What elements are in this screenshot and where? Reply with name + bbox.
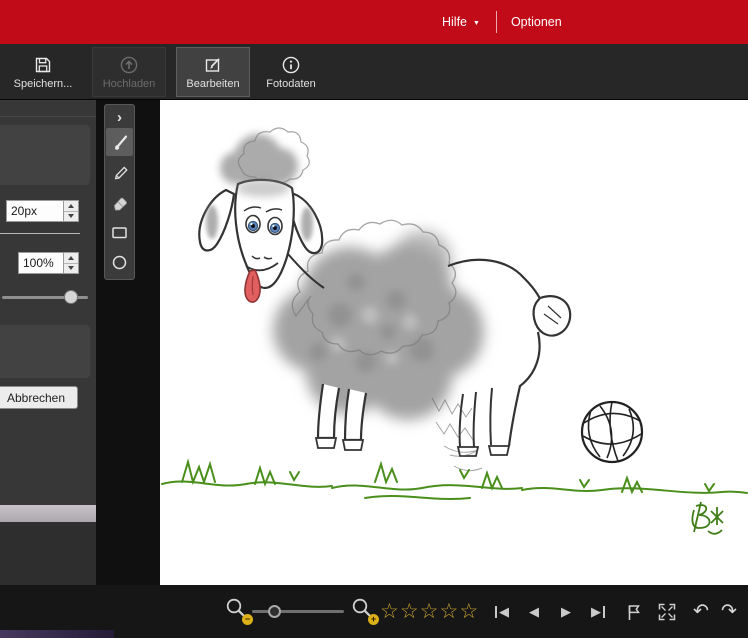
options-menu[interactable]: Optionen [505, 11, 568, 33]
next-arrow-icon: ▶ [561, 604, 571, 620]
brush-icon [111, 133, 129, 151]
rating-stars[interactable]: ☆ ☆ ☆ ☆ ☆ [380, 585, 479, 638]
brush-size-value: 20px [11, 204, 37, 218]
panel-underline [0, 233, 80, 234]
undo-icon: ↶ [693, 600, 709, 623]
photodata-label: Fotodaten [266, 78, 316, 90]
star-icon[interactable]: ☆ [400, 599, 420, 624]
prev-arrow-icon: ◀ [529, 604, 539, 620]
menu-divider [496, 11, 497, 33]
save-icon [33, 55, 53, 75]
list-item-highlight[interactable] [0, 505, 96, 522]
previous-image-button[interactable]: ◀ [524, 585, 544, 638]
panel-section-bottom [0, 325, 90, 378]
zoom-slider-thumb[interactable] [268, 605, 281, 618]
last-image-button[interactable]: ▶ [586, 585, 612, 638]
save-label: Speichern... [14, 78, 73, 90]
edit-button[interactable]: Bearbeiten [176, 47, 250, 97]
plus-badge: + [368, 614, 379, 625]
first-image-button[interactable]: ◀ [488, 585, 514, 638]
redo-icon: ↷ [721, 600, 737, 623]
zoom-stepper[interactable] [64, 252, 79, 274]
tool-strip: › [104, 104, 135, 280]
fullscreen-icon [657, 602, 677, 622]
next-image-button[interactable]: ▶ [556, 585, 576, 638]
chevron-down-icon[interactable]: ▼ [473, 20, 480, 27]
photodata-button[interactable]: Fotodaten [254, 47, 328, 97]
star-icon[interactable]: ☆ [420, 599, 440, 624]
upload-button[interactable]: Hochladen [92, 47, 166, 97]
ellipse-tool-button[interactable] [106, 248, 133, 276]
edit-icon [203, 55, 223, 75]
opacity-slider[interactable] [2, 290, 88, 304]
pencil-tool-button[interactable] [106, 158, 133, 186]
first-bar-icon [495, 606, 497, 618]
eraser-icon [111, 193, 129, 211]
panel-lower-area [0, 522, 96, 585]
star-icon[interactable]: ☆ [439, 599, 459, 624]
sheep-drawing [160, 100, 748, 585]
star-icon[interactable]: ☆ [459, 599, 479, 624]
upload-label: Hochladen [103, 78, 156, 90]
brush-size-input[interactable]: 20px [6, 200, 64, 222]
zoom-slider[interactable] [252, 610, 344, 613]
chevron-right-icon: › [117, 109, 122, 126]
main-toolbar: Speichern... Hochladen Bearbeiten F [0, 44, 748, 100]
rectangle-tool-button[interactable] [106, 218, 133, 246]
brush-tool-button[interactable] [106, 128, 133, 156]
image-canvas[interactable] [160, 100, 748, 585]
help-menu[interactable]: Hilfe [436, 11, 473, 33]
cancel-button[interactable]: Abbrechen [0, 386, 78, 409]
last-bar-icon [603, 606, 605, 618]
zoom-out-button[interactable]: − [224, 585, 252, 638]
rectangle-icon [110, 223, 129, 242]
panel-divider [0, 116, 96, 117]
prev-arrow-icon: ◀ [499, 604, 509, 620]
zoom-value: 100% [23, 256, 54, 270]
next-arrow-icon: ▶ [591, 604, 601, 620]
upload-icon [119, 55, 139, 75]
slider-thumb[interactable] [64, 290, 78, 304]
options-panel: 20px 100% Abbrechen [0, 100, 96, 585]
flag-icon [624, 602, 644, 622]
fullscreen-button[interactable] [654, 585, 680, 638]
brush-size-stepper[interactable] [64, 200, 79, 222]
ellipse-icon [110, 253, 129, 272]
desktop-peek [0, 630, 114, 638]
save-button[interactable]: Speichern... [6, 47, 80, 97]
star-icon[interactable]: ☆ [380, 599, 400, 624]
zoom-in-button[interactable]: + [350, 585, 378, 638]
flag-button[interactable] [622, 585, 646, 638]
titlebar: Hilfe ▼ Optionen [0, 0, 748, 44]
collapse-panel-button[interactable]: › [106, 108, 133, 126]
panel-section-top [0, 125, 90, 185]
eraser-tool-button[interactable] [106, 188, 133, 216]
app-window: Hilfe ▼ Optionen Speichern... Hochladen [0, 0, 748, 638]
pencil-icon [111, 163, 129, 181]
edit-label: Bearbeiten [186, 78, 239, 90]
titlebar-menu: Hilfe ▼ Optionen [436, 0, 568, 44]
redo-button[interactable]: ↷ [718, 585, 740, 638]
undo-button[interactable]: ↶ [690, 585, 712, 638]
zoom-input[interactable]: 100% [18, 252, 64, 274]
minus-badge: − [242, 614, 253, 625]
info-icon [281, 55, 301, 75]
